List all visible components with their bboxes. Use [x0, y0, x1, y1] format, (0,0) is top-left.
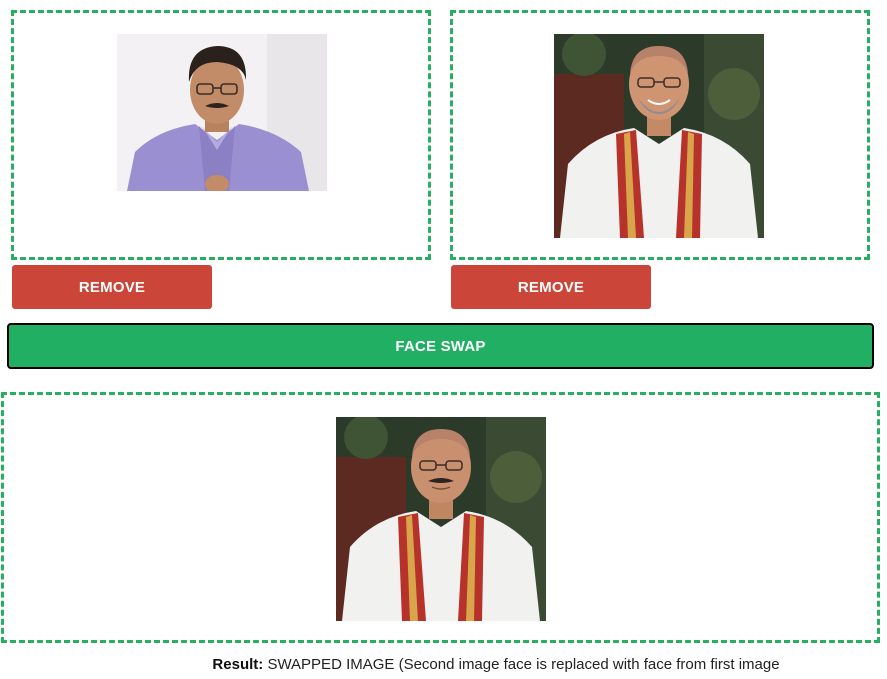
second-image-preview [554, 34, 764, 238]
second-image-dropzone[interactable] [450, 10, 870, 260]
result-image-preview [336, 417, 546, 621]
result-text: SWAPPED IMAGE (Second image face is repl… [267, 656, 780, 673]
result-image-container [1, 392, 880, 643]
first-image-dropzone[interactable] [11, 10, 431, 260]
result-label: Result: [212, 656, 264, 673]
result-caption: Result: SWAPPED IMAGE (Second image face… [0, 656, 887, 673]
remove-second-image-button[interactable]: REMOVE [451, 265, 651, 309]
face-swap-button[interactable]: FACE SWAP [7, 323, 874, 369]
remove-first-image-button[interactable]: REMOVE [12, 265, 212, 309]
first-image-preview [117, 34, 327, 191]
face-swap-page: REMOVE REMOVE FACE SWAP Result: SWAPPED … [0, 0, 887, 679]
